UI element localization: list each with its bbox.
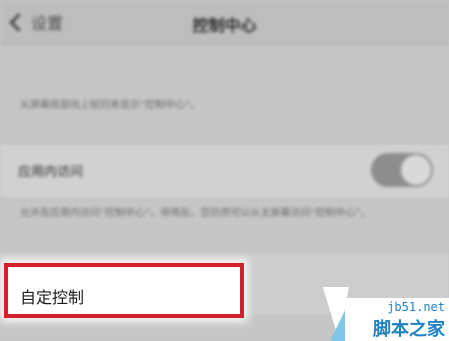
watermark-name: 脚本之家 xyxy=(373,319,445,340)
customize-controls-label: 自定控制 xyxy=(20,288,85,307)
lockscreen-description: 从屏幕底部向上轻扫来显示“控制中心”。 xyxy=(20,100,201,111)
watermark-url: jb51.net xyxy=(387,300,445,314)
toggle-knob xyxy=(401,155,431,185)
watermark: jb51.net 脚本之家 xyxy=(345,298,449,341)
in-app-access-description: 允许在应用内访问“控制中心”。停用后，您仍然可以从主屏幕访问“控制中心”。 xyxy=(20,208,371,219)
in-app-access-row: 应用内访问 xyxy=(0,143,449,199)
page-title: 控制中心 xyxy=(192,16,257,35)
customize-controls-row[interactable]: 自定控制 xyxy=(4,263,244,318)
in-app-access-label: 应用内访问 xyxy=(18,165,84,180)
in-app-access-toggle[interactable] xyxy=(371,153,433,187)
control-center-settings-screen: 设置 控制中心 从屏幕底部向上轻扫来显示“控制中心”。 应用内访问 允许在应用内… xyxy=(0,0,449,341)
navigation-bar: 设置 控制中心 xyxy=(0,0,449,45)
